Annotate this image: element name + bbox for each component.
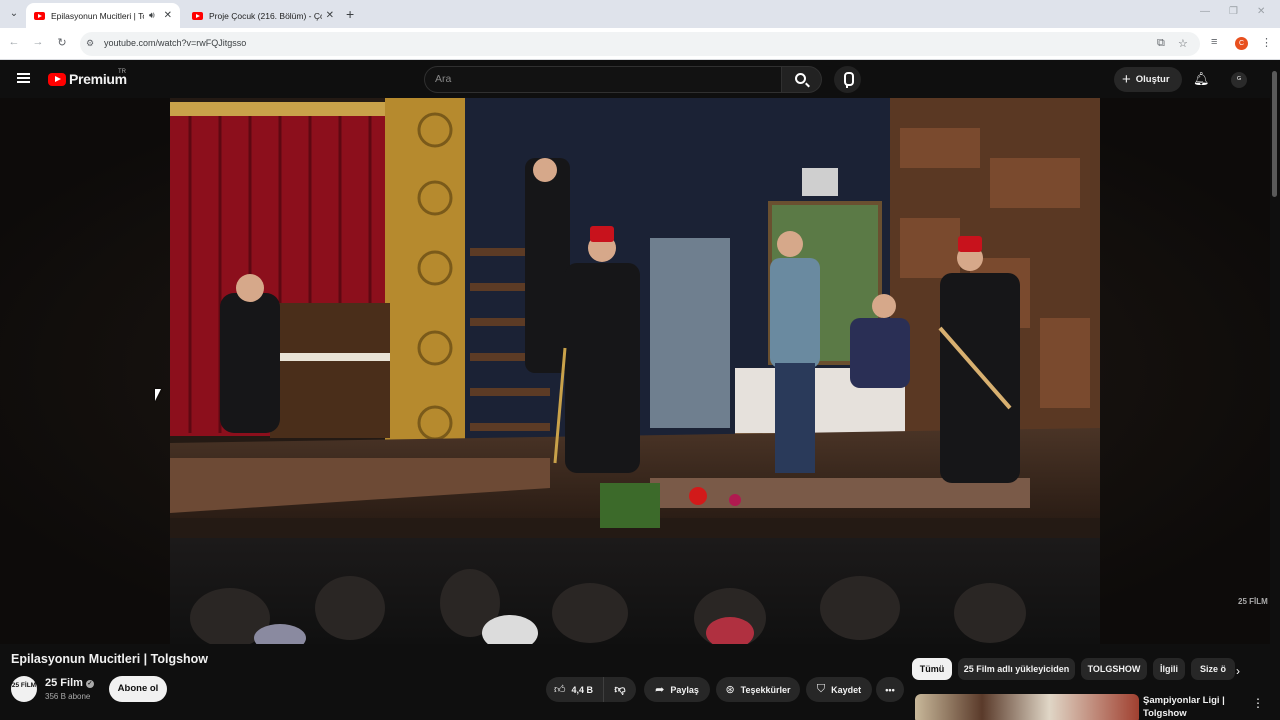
recommended-thumbnail[interactable]	[915, 694, 1139, 720]
like-button[interactable]: 👍︎ 4,4 B	[546, 677, 604, 702]
youtube-logo[interactable]: Premium	[48, 71, 127, 87]
account-avatar[interactable]: ᴳ	[1231, 72, 1247, 88]
subscribe-button[interactable]: Abone ol	[109, 676, 167, 702]
tab-close-icon[interactable]: ✕	[164, 10, 172, 21]
youtube-play-logo-icon	[48, 72, 66, 86]
more-vert-icon[interactable]: ⋮	[1252, 696, 1264, 710]
search-input[interactable]	[435, 73, 765, 85]
share-arrow-icon: ➦	[655, 684, 665, 696]
save-button[interactable]: ⛉ Kaydet	[806, 677, 872, 702]
subscriber-count: 356 B abone	[45, 692, 91, 701]
tab-close-icon[interactable]: ✕	[326, 10, 334, 21]
recommended-video[interactable]: Şampiyonlar Ligi | Tolgshow ⋮	[912, 692, 1270, 720]
browser-tab-active[interactable]: Epilasyonun Mucitleri | Tolg 🔊︎ ✕	[26, 3, 180, 28]
thumbs-down-icon: 👎︎	[614, 684, 626, 696]
thanks-button[interactable]: ⊛ Teşekkürler	[716, 677, 800, 702]
speaker-icon[interactable]: 🔊︎	[149, 10, 155, 21]
channel-name[interactable]: 25 Film	[45, 677, 83, 689]
back-icon[interactable]: ←	[6, 36, 22, 48]
share-label: Paylaş	[670, 684, 699, 695]
create-button[interactable]: + Oluştur	[1114, 67, 1182, 92]
chip-related[interactable]: İlgili	[1153, 658, 1185, 680]
restore-icon[interactable]: ❐	[1229, 6, 1238, 17]
forward-icon[interactable]: →	[30, 36, 46, 48]
video-frame-stage-scene	[170, 98, 1100, 644]
browser-menu-icon[interactable]: ⋮	[1261, 36, 1272, 49]
mouse-cursor-icon	[155, 389, 161, 401]
more-dots-icon: •••	[885, 684, 895, 695]
youtube-favicon-icon	[192, 11, 203, 20]
chip-all[interactable]: Tümü	[912, 658, 952, 680]
reload-icon[interactable]: ↻	[54, 36, 70, 49]
like-dislike-group: 👍︎ 4,4 B 👎︎	[546, 677, 636, 702]
super-thanks-icon: ⊛	[725, 684, 735, 696]
like-count: 4,4 B	[571, 684, 594, 695]
install-app-icon[interactable]: ⧉	[1157, 37, 1165, 50]
new-tab-button[interactable]: +	[346, 6, 354, 22]
create-label: Oluştur	[1135, 74, 1170, 85]
close-window-icon[interactable]: ✕	[1257, 6, 1265, 17]
chevron-right-icon[interactable]: ›	[1236, 664, 1240, 678]
browser-tabstrip: ⌄ Epilasyonun Mucitleri | Tolg 🔊︎ ✕ Proj…	[0, 0, 1280, 28]
chip-for-you[interactable]: Size ö	[1191, 658, 1235, 680]
tab-title: Proje Çocuk (216. Bölüm) - Çoc	[209, 10, 322, 21]
search-box	[424, 66, 782, 93]
tab-title: Epilasyonun Mucitleri | Tolg	[51, 10, 144, 21]
media-control-icon[interactable]: ≡	[1211, 36, 1217, 48]
chip-tolgshow[interactable]: TOLGSHOW	[1081, 658, 1147, 680]
plus-icon: +	[1122, 71, 1131, 88]
verified-icon: ✓	[85, 680, 94, 688]
minimize-icon[interactable]: —	[1200, 6, 1210, 17]
scrollbar-thumb[interactable]	[1272, 71, 1277, 197]
url-text[interactable]: youtube.com/watch?v=rwFQJitgsso	[104, 38, 246, 48]
youtube-header: Premium TR + Oluştur 🔔︎ ᴳ	[0, 61, 1280, 98]
recommended-title[interactable]: Şampiyonlar Ligi | Tolgshow	[1143, 694, 1253, 720]
region-code: TR	[118, 69, 126, 75]
channel-avatar[interactable]: 25 FİLM	[11, 676, 37, 702]
tab-search-icon[interactable]: ⌄	[6, 6, 22, 22]
share-button[interactable]: ➦ Paylaş	[644, 677, 710, 702]
browser-tab[interactable]: Proje Çocuk (216. Bölüm) - Çoc ✕	[184, 3, 342, 28]
address-bar[interactable]: ⚙︎ youtube.com/watch?v=rwFQJitgsso ⧉ ☆	[80, 32, 1200, 56]
channel-name-row[interactable]: 25 Film ✓	[45, 677, 94, 689]
video-title: Epilasyonun Mucitleri | Tolgshow	[11, 652, 209, 666]
browser-toolbar: ← → ↻ ⚙︎ youtube.com/watch?v=rwFQJitgsso…	[0, 28, 1280, 60]
bookmark-icon: ⛉	[816, 683, 826, 695]
bookmark-star-icon[interactable]: ☆	[1178, 37, 1188, 50]
chip-from-uploader[interactable]: 25 Film adlı yükleyiciden	[958, 658, 1075, 680]
menu-icon[interactable]	[17, 73, 30, 83]
video-player[interactable]	[170, 98, 1100, 644]
save-label: Kaydet	[831, 684, 862, 695]
voice-search-icon[interactable]	[834, 66, 861, 93]
thumbs-up-icon: 👍︎	[554, 684, 566, 696]
browser-profile-avatar[interactable]: C	[1235, 37, 1248, 50]
search-button[interactable]	[782, 66, 822, 93]
channel-watermark[interactable]: 25 FİLM	[1238, 598, 1268, 606]
notifications-bell-icon[interactable]: 🔔︎	[1193, 71, 1210, 87]
thanks-label: Teşekkürler	[740, 684, 791, 695]
page-scrollbar[interactable]	[1271, 61, 1278, 720]
dislike-button[interactable]: 👎︎	[604, 683, 636, 696]
search-icon	[795, 73, 806, 84]
more-actions-button[interactable]: •••	[876, 677, 904, 702]
youtube-favicon-icon	[34, 11, 45, 20]
site-info-icon[interactable]: ⚙︎	[86, 38, 94, 49]
